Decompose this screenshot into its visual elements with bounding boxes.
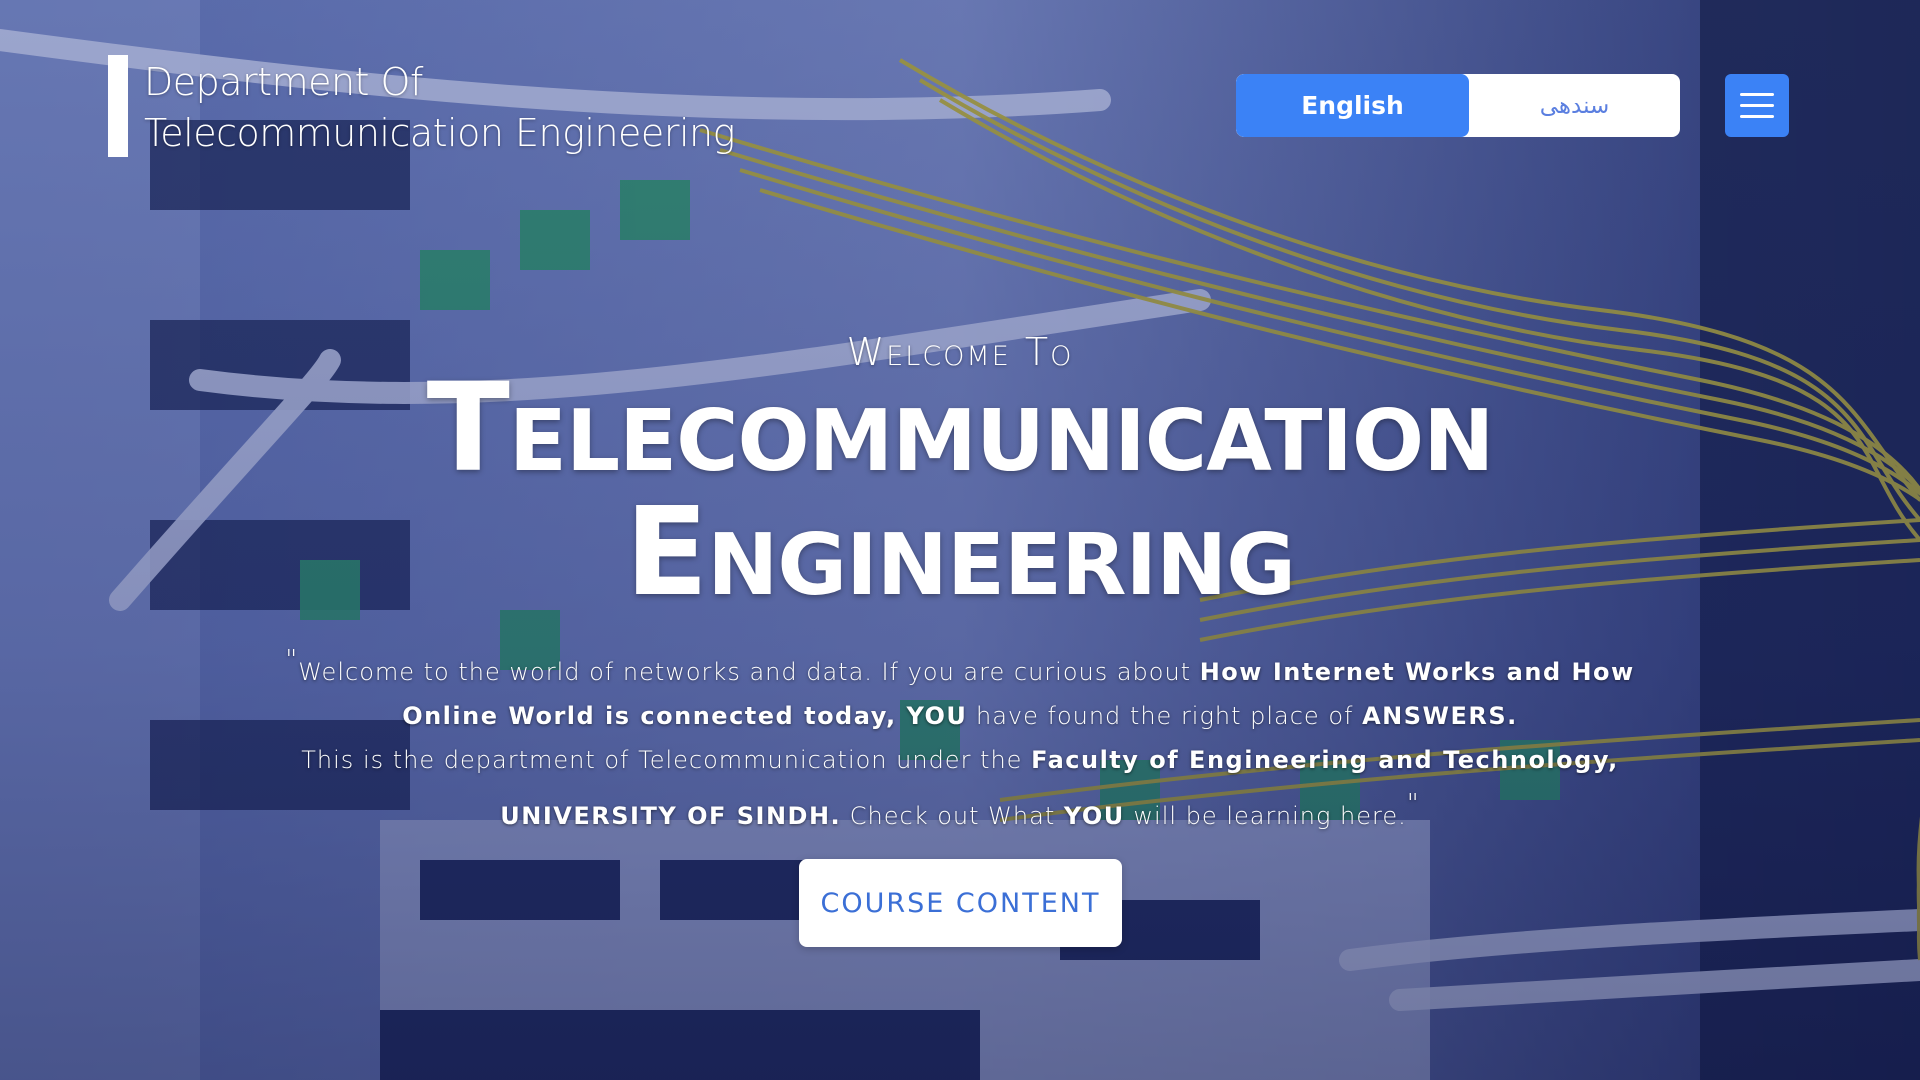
page-title-line1: Telecommunication bbox=[426, 357, 1495, 499]
language-english-button[interactable]: English bbox=[1236, 74, 1469, 137]
department-logo[interactable]: Department Of Telecommunication Engineer… bbox=[108, 55, 735, 159]
language-switcher: English سندھی bbox=[1236, 74, 1680, 137]
page-title-line2: Engineering bbox=[624, 481, 1296, 623]
quote-text-1: Welcome to the world of networks and dat… bbox=[298, 658, 1200, 686]
quote-bold-2: ANSWERS. bbox=[1362, 702, 1518, 730]
department-name-line2: Telecommunication Engineering bbox=[144, 111, 735, 155]
quote-text-3: This is the department of Telecommunicat… bbox=[301, 746, 1032, 774]
menu-button[interactable] bbox=[1725, 74, 1789, 137]
intro-quote: "Welcome to the world of networks and da… bbox=[260, 638, 1660, 838]
quote-text-4: Check out What bbox=[841, 802, 1064, 830]
department-name: Department Of Telecommunication Engineer… bbox=[144, 57, 735, 159]
quote-bold-4: YOU bbox=[1063, 802, 1125, 830]
close-quote-mark: " bbox=[1406, 789, 1420, 819]
course-content-button[interactable]: COURSE CONTENT bbox=[799, 859, 1122, 947]
open-quote-mark: " bbox=[285, 645, 299, 675]
hamburger-menu-icon-line bbox=[1740, 104, 1774, 107]
hero-section: Welcome To Telecommunication Engineering bbox=[0, 330, 1920, 614]
quote-text-2: have found the right place of bbox=[967, 702, 1363, 730]
department-name-line1: Department Of bbox=[144, 60, 423, 104]
language-sindhi-button[interactable]: سندھی bbox=[1469, 74, 1680, 137]
logo-bar bbox=[108, 55, 128, 157]
quote-text-5: will be learning here. bbox=[1124, 802, 1407, 830]
hamburger-menu-icon-line bbox=[1740, 115, 1774, 118]
page-title: Telecommunication Engineering bbox=[0, 366, 1920, 614]
hamburger-menu-icon bbox=[1740, 93, 1774, 96]
